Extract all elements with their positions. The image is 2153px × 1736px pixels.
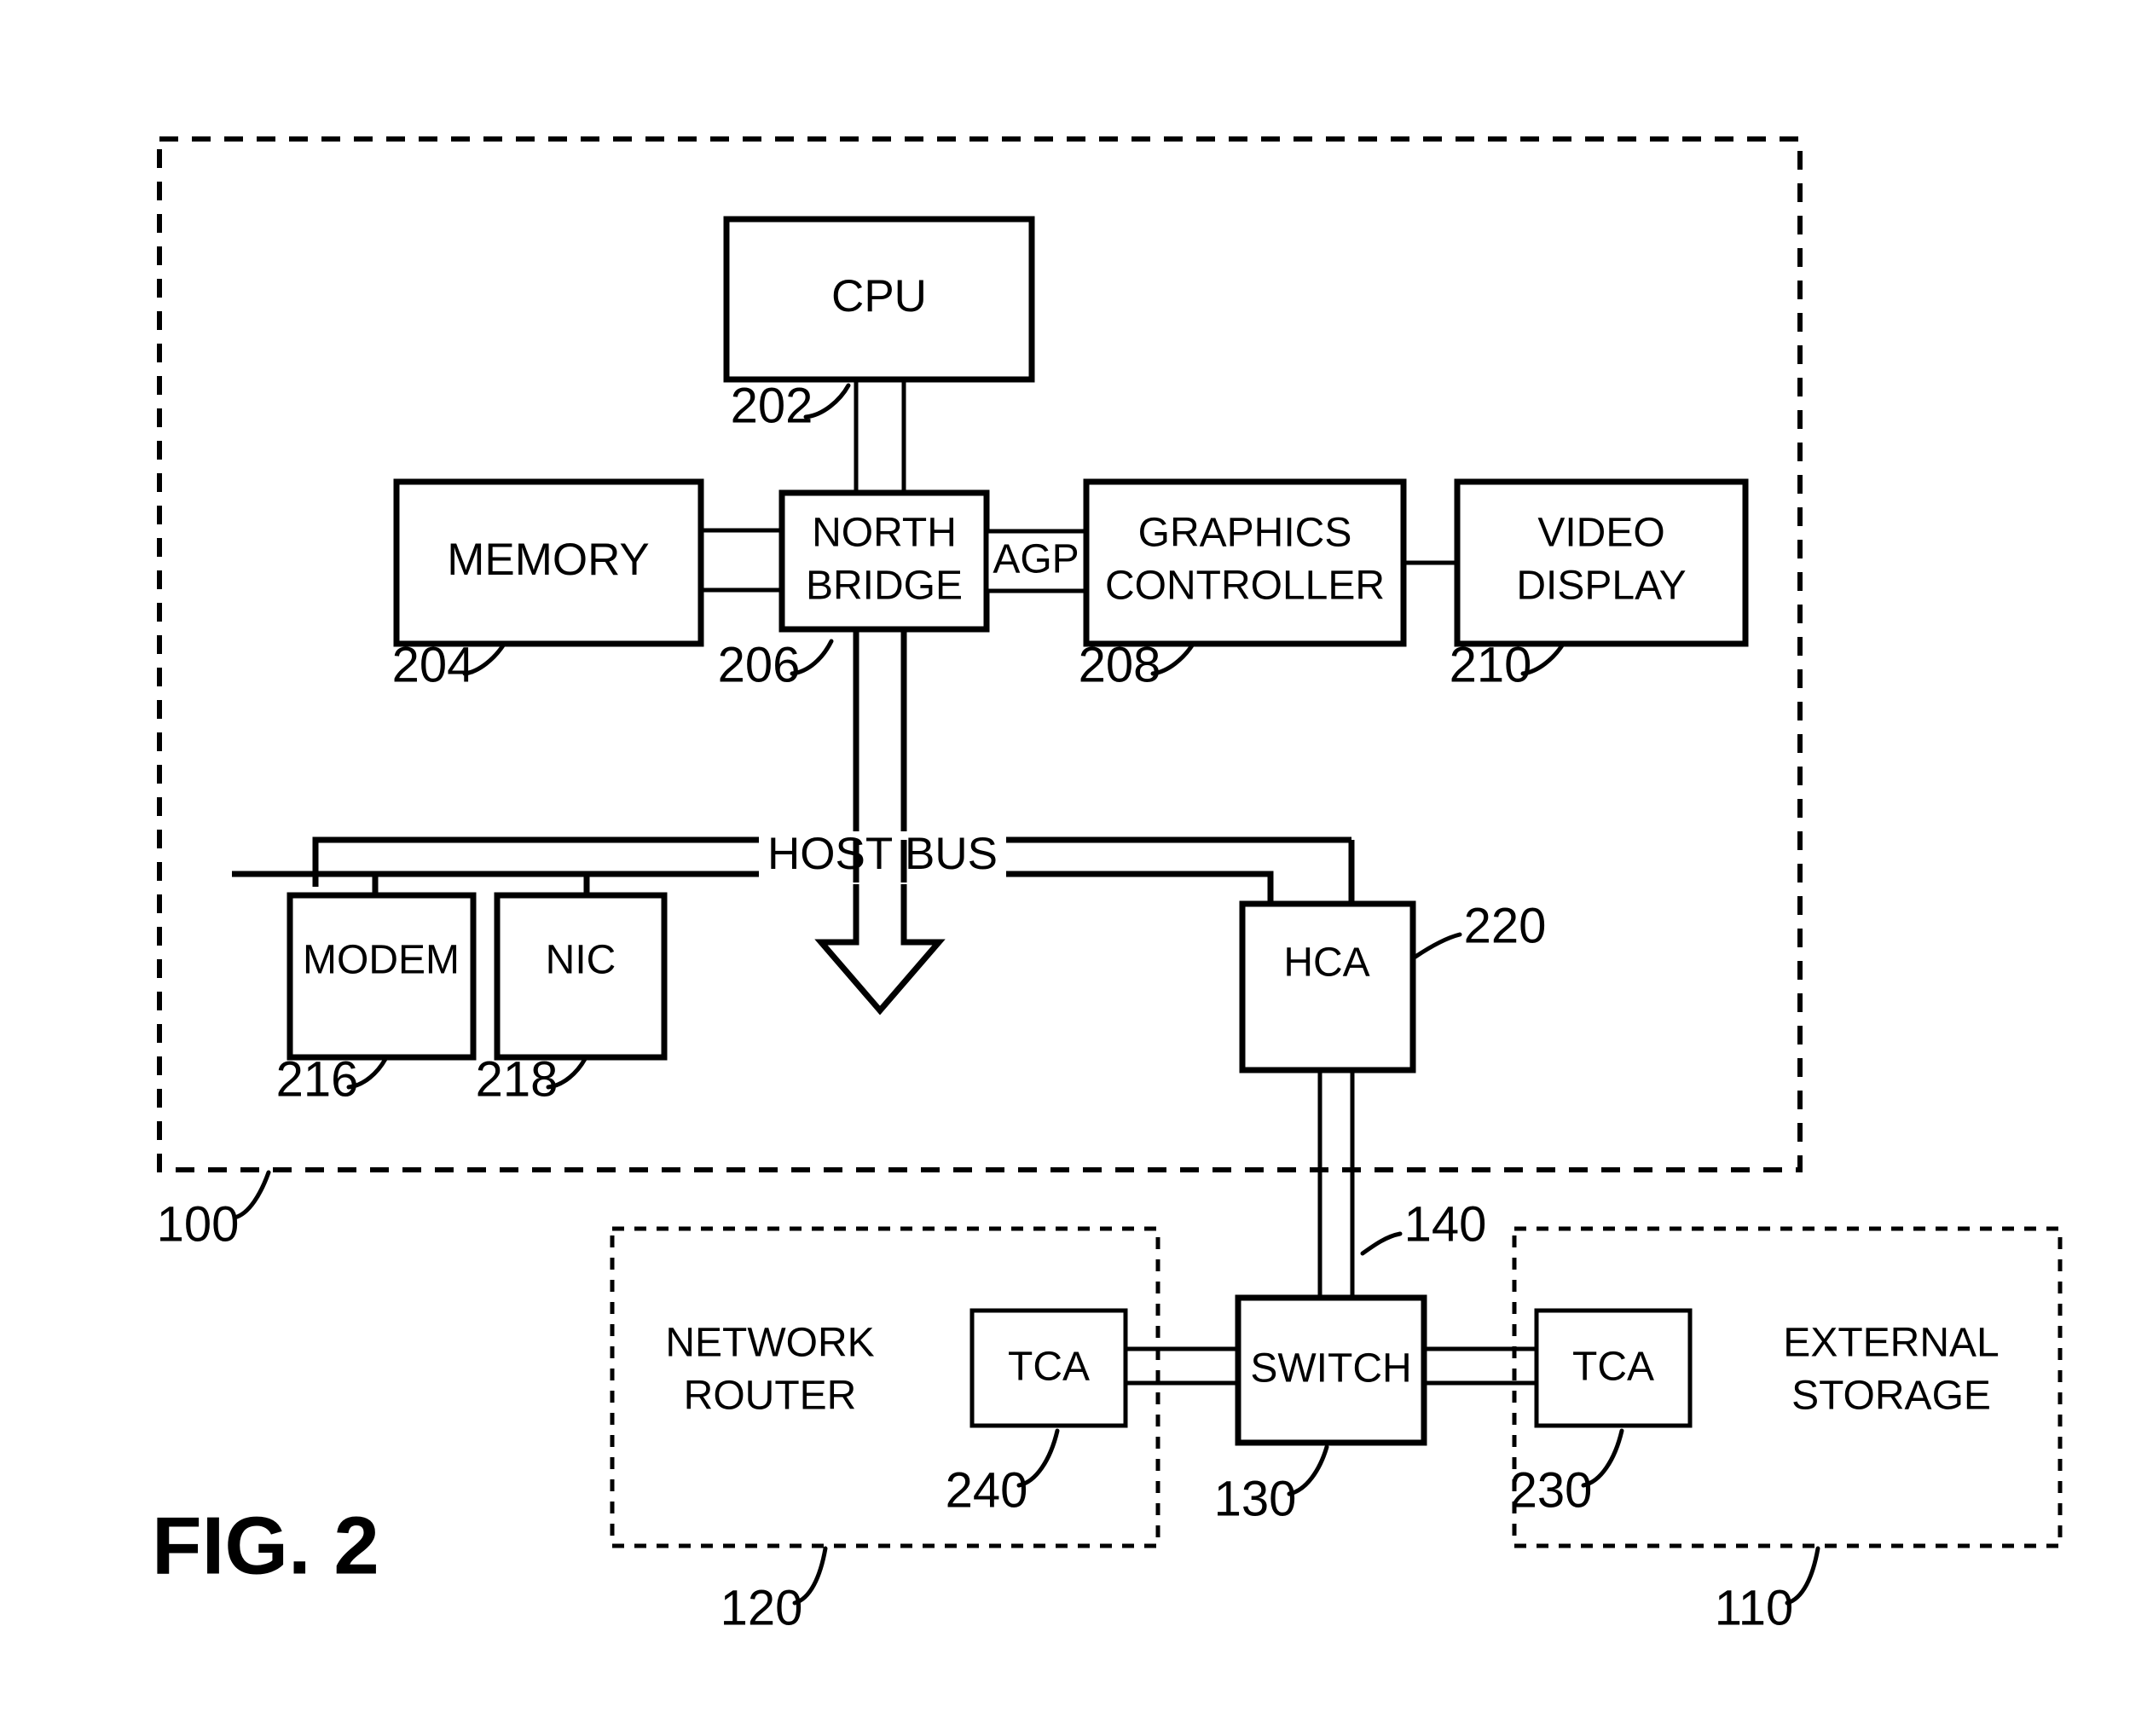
label-hca: HCA: [1283, 940, 1369, 986]
refnum-240: 240: [946, 1462, 1028, 1518]
label-video-line2: DISPLAY: [1516, 564, 1686, 609]
label-network-router-line2: ROUTER: [684, 1374, 857, 1419]
label-tca-storage: TCA: [1572, 1345, 1654, 1390]
refnum-204: 204: [392, 637, 475, 692]
label-north-bridge-line1: NORTH: [812, 511, 957, 556]
refnum-202: 202: [731, 378, 813, 433]
label-cpu: CPU: [831, 271, 927, 321]
leader-220: [1413, 932, 1462, 959]
label-tca-router: TCA: [1008, 1345, 1090, 1390]
refnum-120: 120: [721, 1580, 803, 1635]
refnum-210: 210: [1450, 637, 1532, 692]
refnum-208: 208: [1079, 637, 1161, 692]
label-video-line1: VIDEO: [1537, 511, 1664, 556]
refnum-100: 100: [157, 1196, 240, 1252]
label-memory: MEMORY: [447, 535, 650, 585]
label-external-storage-line1: EXTERNAL: [1783, 1321, 1999, 1366]
label-bus-agp: AGP: [993, 537, 1079, 582]
figure-2-block-diagram: CPU MEMORY NORTH BRIDGE AGP GRAPHICS CON…: [152, 136, 2063, 1635]
leader-100: [232, 1170, 271, 1220]
refnum-130: 130: [1214, 1471, 1297, 1526]
refnum-216: 216: [276, 1051, 359, 1107]
label-network-router-line1: NETWORK: [665, 1321, 874, 1366]
refnum-220: 220: [1464, 898, 1547, 953]
block-hca: [1239, 900, 1416, 1073]
refnum-206: 206: [718, 637, 801, 692]
label-external-storage-line2: STORAGE: [1791, 1374, 1991, 1419]
label-switch: SWITCH: [1250, 1346, 1411, 1392]
label-host-bus: HOST BUS: [767, 829, 998, 879]
refnum-110: 110: [1715, 1580, 1793, 1635]
refnum-218: 218: [476, 1051, 559, 1107]
patent-figure-root: CPU MEMORY NORTH BRIDGE AGP GRAPHICS CON…: [0, 0, 2153, 1736]
leader-140: [1360, 1231, 1403, 1256]
refnum-140: 140: [1404, 1196, 1487, 1252]
label-nic: NIC: [546, 938, 616, 983]
label-graphics-line2: CONTROLLER: [1105, 564, 1385, 609]
figure-title: FIG. 2: [152, 1500, 379, 1591]
label-graphics-line1: GRAPHICS: [1138, 511, 1352, 556]
label-modem: MODEM: [303, 938, 460, 983]
refnum-230: 230: [1510, 1462, 1593, 1518]
label-north-bridge-line2: BRIDGE: [806, 564, 963, 609]
